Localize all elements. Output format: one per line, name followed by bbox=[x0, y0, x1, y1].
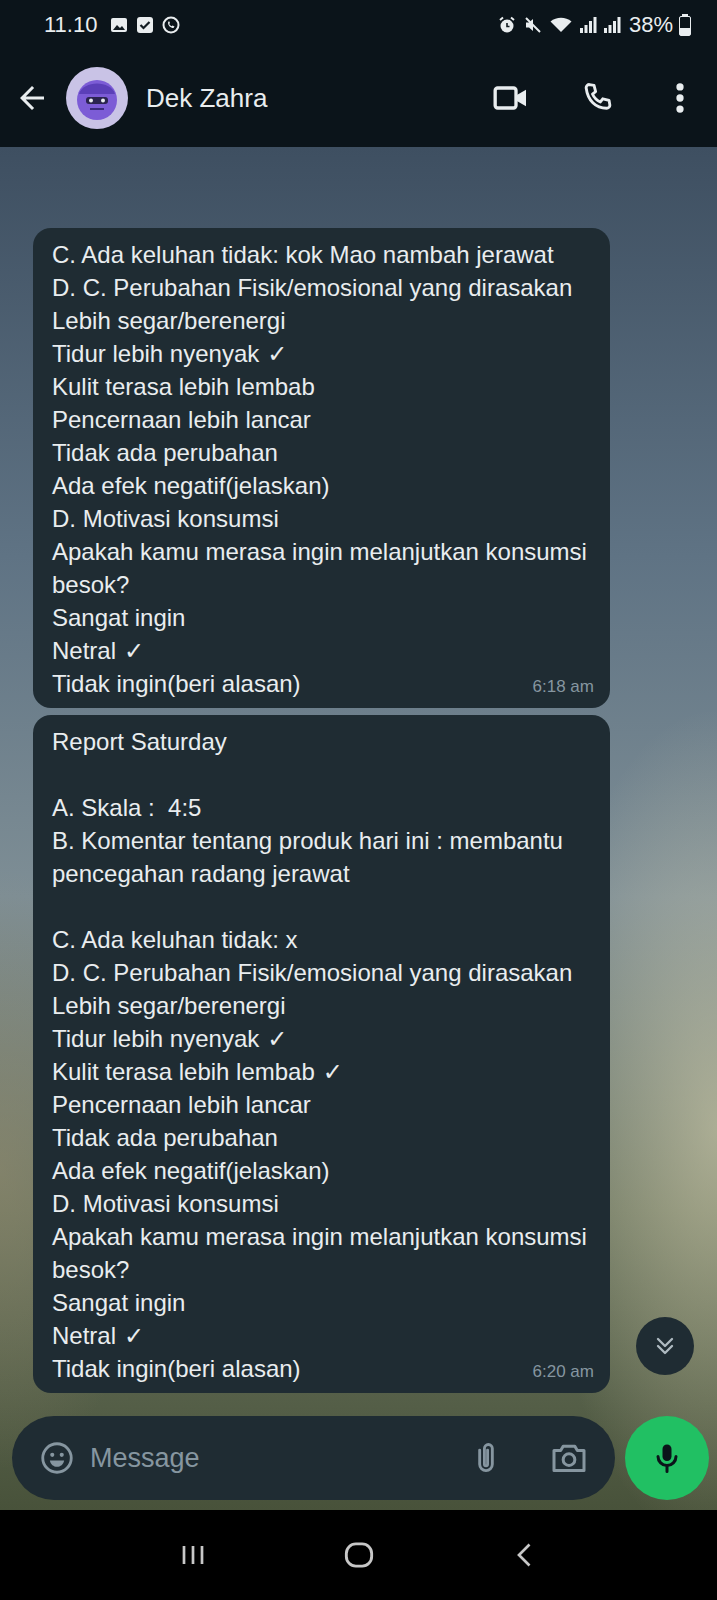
check-mark: ✓ bbox=[323, 1058, 343, 1085]
emoji-icon[interactable] bbox=[38, 1439, 76, 1477]
wifi-icon bbox=[549, 15, 573, 35]
message-line: Tidak ingin(beri alasan)6:20 am bbox=[52, 1352, 594, 1385]
message-time: 6:18 am bbox=[533, 674, 594, 700]
home-icon[interactable] bbox=[340, 1536, 378, 1574]
check-mark: ✓ bbox=[124, 637, 144, 664]
alarm-icon bbox=[497, 15, 517, 35]
message-input[interactable]: Message bbox=[12, 1416, 615, 1500]
microphone-icon[interactable] bbox=[649, 1440, 685, 1476]
chat-screen: 11.10 38% Dek Zahra C. Ada keluhan tidak: k… bbox=[0, 0, 717, 1600]
camera-icon[interactable] bbox=[549, 1438, 589, 1478]
message-line: Tidur lebih nyenyak✓ bbox=[52, 337, 594, 370]
check-mark: ✓ bbox=[267, 1025, 287, 1052]
checkbox-icon bbox=[135, 15, 155, 35]
message-line: B. Komentar tentang produk hari ini : me… bbox=[52, 824, 594, 890]
message-line: C. Ada keluhan tidak: kok Mao nambah jer… bbox=[52, 238, 594, 271]
avatar-icon[interactable] bbox=[66, 67, 128, 129]
battery-percent: 38% bbox=[629, 12, 673, 38]
message-list: C. Ada keluhan tidak: kok Mao nambah jer… bbox=[0, 147, 717, 1416]
recent-apps-icon[interactable] bbox=[175, 1537, 211, 1573]
navigation-bar bbox=[0, 1510, 717, 1600]
message-line: Sangat ingin bbox=[52, 601, 594, 634]
message-line: Tidak ada perubahan bbox=[52, 436, 594, 469]
message-bubble[interactable]: Report Saturday A. Skala : 4:5B. Komentar… bbox=[33, 715, 610, 1393]
composer: Message bbox=[0, 1416, 717, 1510]
message-line: Tidak ingin(beri alasan)6:18 am bbox=[52, 667, 594, 700]
input-placeholder: Message bbox=[90, 1443, 453, 1474]
message-line: Ada efek negatif(jelaskan) bbox=[52, 1154, 594, 1187]
message-line: Lebih segar/berenergi bbox=[52, 989, 594, 1022]
message-line: C. Ada keluhan tidak: x bbox=[52, 923, 594, 956]
check-mark: ✓ bbox=[124, 1322, 144, 1349]
message-line: Tidak ada perubahan bbox=[52, 1121, 594, 1154]
message-bubble[interactable]: C. Ada keluhan tidak: kok Mao nambah jer… bbox=[33, 228, 610, 708]
voice-button[interactable] bbox=[625, 1416, 709, 1500]
message-line: Kulit terasa lebih lembab✓ bbox=[52, 1055, 594, 1088]
status-bar: 11.10 38% bbox=[0, 0, 717, 49]
message-time: 6:20 am bbox=[533, 1359, 594, 1385]
whatsapp-icon bbox=[161, 15, 181, 35]
message-line: Pencernaan lebih lancar bbox=[52, 403, 594, 436]
clock: 11.10 bbox=[44, 12, 97, 38]
contact-name[interactable]: Dek Zahra bbox=[146, 83, 491, 114]
mute-icon bbox=[523, 15, 543, 35]
message-line: Netral✓ bbox=[52, 1319, 594, 1352]
signal-icon bbox=[603, 15, 621, 35]
message-line: D. Motivasi konsumsi bbox=[52, 1187, 594, 1220]
message-line: Sangat ingin bbox=[52, 1286, 594, 1319]
phone-icon[interactable] bbox=[579, 79, 617, 117]
battery-icon bbox=[679, 14, 691, 36]
back-arrow-icon[interactable] bbox=[14, 80, 50, 116]
message-line: A. Skala : 4:5 bbox=[52, 791, 594, 824]
message-line: D. Motivasi konsumsi bbox=[52, 502, 594, 535]
check-mark: ✓ bbox=[267, 340, 287, 367]
message-line: D. C. Perubahan Fisik/emosional yang dir… bbox=[52, 956, 594, 989]
scroll-down-button[interactable] bbox=[636, 1317, 694, 1375]
video-call-icon[interactable] bbox=[491, 78, 531, 118]
signal-icon bbox=[579, 15, 597, 35]
message-line: Pencernaan lebih lancar bbox=[52, 1088, 594, 1121]
menu-dots-icon[interactable] bbox=[665, 79, 695, 117]
message-line: Ada efek negatif(jelaskan) bbox=[52, 469, 594, 502]
message-line: Apakah kamu merasa ingin melanjutkan kon… bbox=[52, 535, 594, 601]
message-line: Netral✓ bbox=[52, 634, 594, 667]
gallery-icon bbox=[109, 15, 129, 35]
chat-header: Dek Zahra bbox=[0, 49, 717, 147]
message-line: Apakah kamu merasa ingin melanjutkan kon… bbox=[52, 1220, 594, 1286]
message-line: Tidur lebih nyenyak✓ bbox=[52, 1022, 594, 1055]
back-icon[interactable] bbox=[507, 1537, 543, 1573]
double-chevron-down-icon[interactable] bbox=[651, 1332, 679, 1360]
message-line: Lebih segar/berenergi bbox=[52, 304, 594, 337]
message-line: D. C. Perubahan Fisik/emosional yang dir… bbox=[52, 271, 594, 304]
message-line: Kulit terasa lebih lembab bbox=[52, 370, 594, 403]
chat-area: C. Ada keluhan tidak: kok Mao nambah jer… bbox=[0, 147, 717, 1510]
message-line: Report Saturday bbox=[52, 725, 594, 758]
attachment-icon[interactable] bbox=[467, 1439, 505, 1477]
